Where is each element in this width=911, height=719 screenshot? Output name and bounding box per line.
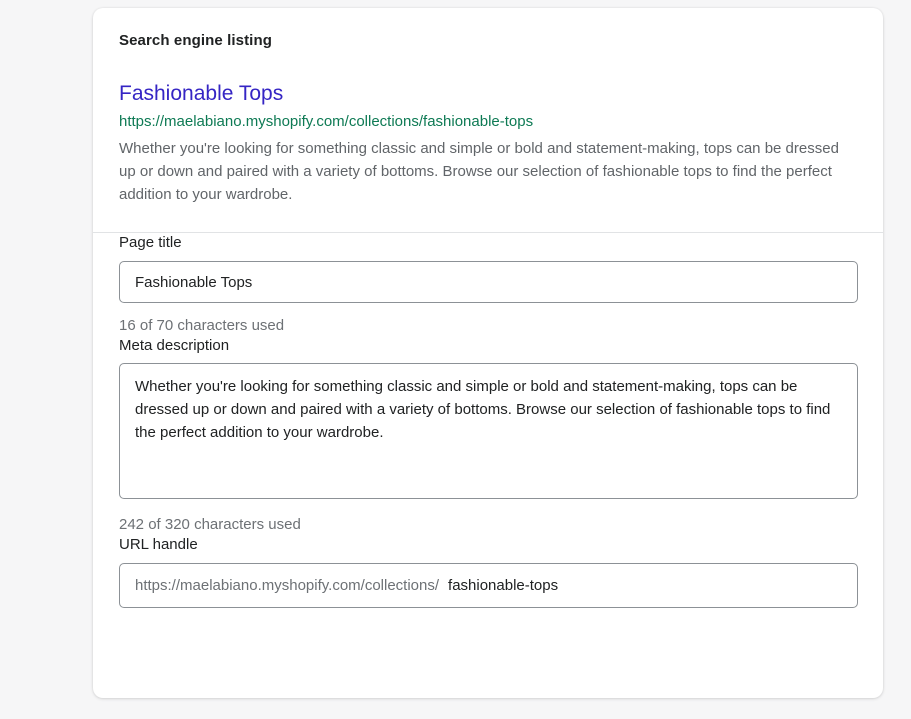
url-handle-label: URL handle [119,536,198,553]
seo-preview-description: Whether you're looking for something cla… [119,137,858,206]
meta-description-textarea[interactable]: Whether you're looking for something cla… [119,363,858,499]
meta-description-character-count: 242 of 320 characters used [119,515,858,535]
seo-preview-url: https://maelabiano.myshopify.com/collect… [119,112,858,132]
seo-preview-title-link[interactable]: Fashionable Tops [119,80,858,108]
meta-description-label: Meta description [119,337,229,354]
url-handle-prefix: https://maelabiano.myshopify.com/collect… [135,577,439,594]
search-engine-listing-card: Search engine listing Fashionable Tops h… [93,8,883,698]
page-background: Search engine listing Fashionable Tops h… [0,0,911,719]
page-title-character-count: 16 of 70 characters used [119,316,858,336]
seo-preview: Fashionable Tops https://maelabiano.mysh… [119,80,858,206]
card-title: Search engine listing [119,32,858,49]
page-title-label: Page title [119,234,182,251]
url-handle-input[interactable] [448,577,842,594]
url-handle-field[interactable]: https://maelabiano.myshopify.com/collect… [119,563,858,608]
page-title-input[interactable] [119,261,858,303]
